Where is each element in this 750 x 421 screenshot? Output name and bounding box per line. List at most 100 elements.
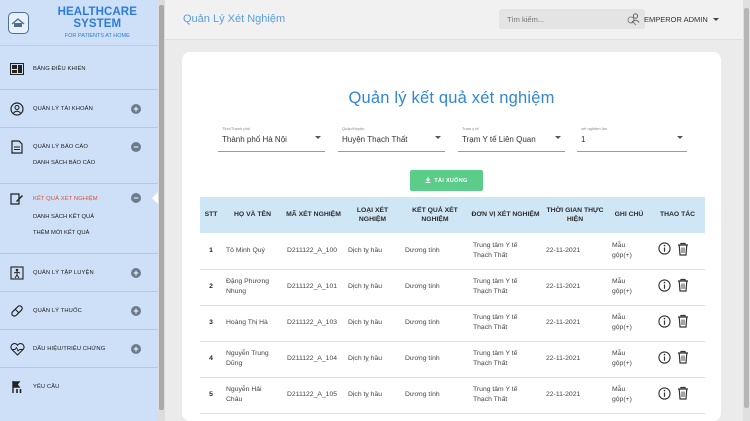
sidebar-scrollbar[interactable] bbox=[158, 0, 165, 421]
sidebar-item-label: QUẢN LÝ TÀI KHOẢN bbox=[33, 106, 93, 112]
collapse-icon[interactable]: − bbox=[131, 142, 141, 152]
sidebar-item-label: QUẢN LÝ BÁO CÁO bbox=[33, 144, 88, 150]
trash-icon[interactable] bbox=[677, 278, 689, 296]
info-icon[interactable] bbox=[658, 351, 671, 368]
cell-stt: 5 bbox=[200, 377, 222, 414]
sidebar-menu: BẢNG ĐIỀU KHIỂN QUẢN LÝ TÀI KHOẢN + QUẢN… bbox=[0, 48, 158, 406]
main-scrollbar[interactable] bbox=[743, 0, 750, 421]
sidebar-item-label: KẾT QUẢ XÉT NGHIỆM bbox=[33, 196, 98, 202]
cell-name: Nguyễn Hải Châu bbox=[222, 377, 283, 414]
cell-time: 22-11-2021 bbox=[542, 305, 608, 342]
select-value: Huyện Thạch Thất bbox=[342, 135, 408, 144]
select-value: 1 bbox=[581, 135, 586, 144]
table-row: 4 Nguyễn Trung Dũng D211122_A_104 Dịch t… bbox=[200, 341, 705, 378]
user-icon bbox=[631, 13, 640, 25]
cell-type: Dịch tỵ hầu bbox=[344, 341, 401, 378]
expand-icon[interactable]: + bbox=[131, 268, 141, 278]
results-table: STT HỌ VÀ TÊN MÃ XÉT NGHIỆM LOẠI XÉT NGH… bbox=[200, 197, 705, 414]
exercise-icon bbox=[9, 265, 25, 281]
cell-note: Mẫu gộp(+) bbox=[608, 341, 650, 378]
cell-time: 22-11-2021 bbox=[542, 341, 608, 378]
test-round-select[interactable]: xét nghiệm lần 1 bbox=[577, 123, 687, 152]
cell-time: 22-11-2021 bbox=[542, 233, 608, 270]
info-icon[interactable] bbox=[658, 315, 671, 332]
col-header: MÃ XÉT NGHIỆM bbox=[283, 197, 344, 233]
sidebar-item-symptoms[interactable]: DẤU HIỆU/TRIỆU CHỨNG + bbox=[0, 330, 158, 368]
info-icon[interactable] bbox=[658, 242, 671, 259]
search-input[interactable] bbox=[507, 12, 617, 26]
sidebar-item-test-results[interactable]: KẾT QUẢ XÉT NGHIỆM − DANH SÁCH KẾT QUẢ T… bbox=[0, 184, 158, 254]
sidebar-item-requests[interactable]: YÊU CẦU bbox=[0, 368, 158, 406]
dropdown-arrow-icon bbox=[555, 136, 561, 139]
cell-name: Hoàng Thị Hà bbox=[222, 305, 283, 342]
select-label: Trạm y tế bbox=[462, 126, 479, 131]
user-circle-icon bbox=[9, 101, 25, 117]
cell-note: Mẫu gộp(+) bbox=[608, 269, 650, 306]
trash-icon[interactable] bbox=[677, 314, 689, 332]
trash-icon[interactable] bbox=[677, 386, 689, 404]
sidebar-item-label: BẢNG ĐIỀU KHIỂN bbox=[33, 66, 86, 72]
col-header: THỜI GIAN THỰC HIỆN bbox=[542, 197, 608, 233]
sidebar-item-accounts[interactable]: QUẢN LÝ TÀI KHOẢN + bbox=[0, 90, 158, 128]
brand[interactable]: HEALTHCARE SYSTEM FOR PATIENTS AT HOME bbox=[0, 0, 158, 46]
expand-icon[interactable]: + bbox=[131, 306, 141, 316]
select-label: xét nghiệm lần bbox=[581, 126, 608, 131]
cell-type: Dịch tỵ hầu bbox=[344, 269, 401, 306]
cell-actions bbox=[650, 233, 705, 270]
expand-icon[interactable]: + bbox=[131, 104, 141, 114]
select-label: Quận/Huyện bbox=[342, 126, 365, 131]
cell-result: Dương tính bbox=[401, 269, 469, 306]
district-select[interactable]: Quận/Huyện Huyện Thạch Thất bbox=[338, 123, 445, 152]
table-header-row: STT HỌ VÀ TÊN MÃ XÉT NGHIỆM LOẠI XÉT NGH… bbox=[200, 197, 705, 233]
sidebar-item-dashboard[interactable]: BẢNG ĐIỀU KHIỂN bbox=[0, 48, 158, 90]
cell-type: Dịch tỵ hầu bbox=[344, 377, 401, 414]
cell-note: Mẫu gộp(+) bbox=[608, 305, 650, 342]
dropdown-arrow-icon bbox=[677, 136, 683, 139]
pill-icon bbox=[9, 303, 25, 319]
select-value: Trạm Y tế Liên Quan bbox=[462, 135, 536, 144]
cell-actions bbox=[650, 377, 705, 414]
document-icon bbox=[9, 139, 25, 155]
cell-type: Dịch tỵ hầu bbox=[344, 233, 401, 270]
health-station-select[interactable]: Trạm y tế Trạm Y tế Liên Quan bbox=[458, 123, 565, 152]
col-header: LOẠI XÉT NGHIỆM bbox=[344, 197, 401, 233]
brand-title: HEALTHCARE SYSTEM bbox=[57, 6, 137, 30]
cell-code: D211122_A_104 bbox=[283, 341, 344, 378]
trash-icon[interactable] bbox=[677, 242, 689, 260]
download-icon bbox=[425, 176, 431, 185]
request-icon bbox=[9, 379, 25, 395]
dashboard-icon bbox=[9, 61, 25, 77]
info-icon[interactable] bbox=[658, 279, 671, 296]
table-row: 2 Đặng Phương Nhung D211122_A_101 Dịch t… bbox=[200, 269, 705, 306]
expand-icon[interactable]: + bbox=[131, 344, 141, 354]
page-title: Quản Lý Xét Nghiệm bbox=[183, 13, 286, 25]
cell-unit: Trung tâm Y tế Thạch Thất bbox=[469, 233, 542, 270]
sidebar-item-reports[interactable]: QUẢN LÝ BÁO CÁO − DANH SÁCH BÁO CÁO bbox=[0, 128, 158, 184]
results-card: Quản lý kết quả xét nghiệm Tỉnh/Thành ph… bbox=[182, 52, 721, 421]
cell-note: Mẫu gộp(+) bbox=[608, 233, 650, 270]
cell-result: Dương tính bbox=[401, 233, 469, 270]
cell-note: Mẫu gộp(+) bbox=[608, 377, 650, 414]
sidebar-item-medicine[interactable]: QUẢN LÝ THUỐC + bbox=[0, 292, 158, 330]
trash-icon[interactable] bbox=[677, 350, 689, 368]
heart-pulse-icon bbox=[9, 341, 25, 357]
sidebar-item-label: YÊU CẦU bbox=[33, 384, 60, 390]
username: EMPEROR ADMIN bbox=[644, 14, 708, 24]
download-button[interactable]: TẢI XUỐNG bbox=[410, 170, 483, 191]
cell-actions bbox=[650, 269, 705, 306]
search-box[interactable] bbox=[499, 9, 645, 29]
sidebar: HEALTHCARE SYSTEM FOR PATIENTS AT HOME B… bbox=[0, 0, 158, 421]
province-select[interactable]: Tỉnh/Thành phố Thành phố Hà Nội bbox=[218, 123, 325, 152]
user-menu[interactable]: EMPEROR ADMIN bbox=[631, 13, 719, 25]
download-label: TẢI XUỐNG bbox=[434, 177, 468, 184]
collapse-icon[interactable]: − bbox=[131, 193, 141, 203]
sidebar-item-exercise[interactable]: QUẢN LÝ TẬP LUYỆN + bbox=[0, 254, 158, 292]
sidebar-item-label: QUẢN LÝ THUỐC bbox=[33, 308, 82, 314]
table-row: 5 Nguyễn Hải Châu D211122_A_105 Dịch tỵ … bbox=[200, 377, 705, 414]
cell-result: Dương tính bbox=[401, 377, 469, 414]
cell-stt: 2 bbox=[200, 269, 222, 306]
cell-result: Dương tính bbox=[401, 341, 469, 378]
sidebar-subitem-add-result[interactable]: THÊM MỚI KẾT QUẢ bbox=[0, 226, 158, 240]
dropdown-arrow-icon bbox=[315, 136, 321, 139]
info-icon[interactable] bbox=[658, 387, 671, 404]
